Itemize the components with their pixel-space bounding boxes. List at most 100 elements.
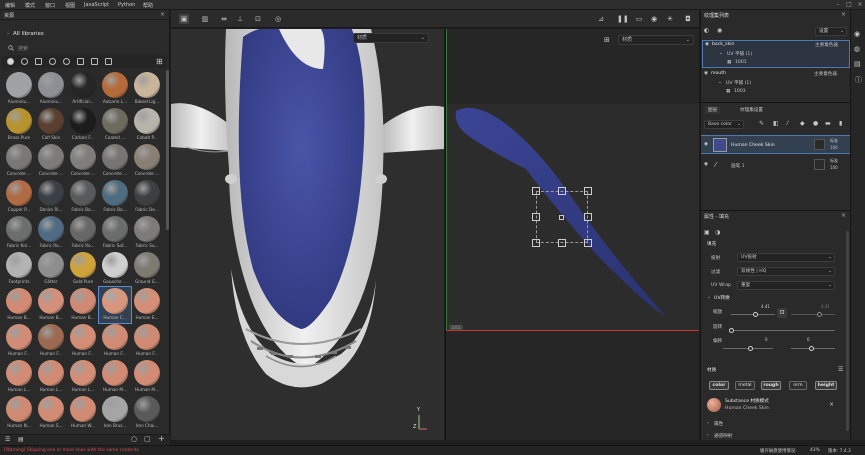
import-icon[interactable]: ▢: [144, 435, 151, 443]
material-tile[interactable]: Iron Chai...: [131, 395, 163, 431]
layer-mask-slot[interactable]: [814, 139, 825, 150]
pause-icon[interactable]: ❚❚: [617, 14, 629, 24]
pin-icon[interactable]: ⊥: [235, 14, 245, 24]
menu-item-window[interactable]: 窗口: [45, 2, 55, 9]
fill-bucket-icon[interactable]: ◆: [800, 120, 805, 127]
chevron-down-icon[interactable]: ⌄: [707, 295, 711, 300]
layer-row[interactable]: ◉ ⁄ 画笔 1 标准 100: [701, 156, 851, 175]
display-settings-icon[interactable]: ◍: [854, 45, 860, 53]
texture-set-item[interactable]: ◉ mouth 主要着色器 ⌄ UV 平铺 (1) ▦ 1003: [702, 70, 850, 98]
filter-textures-icon[interactable]: [35, 58, 42, 65]
add-fill-icon[interactable]: ◧: [773, 120, 779, 127]
menu-item-view[interactable]: 视图: [65, 2, 75, 9]
material-tile[interactable]: Aluminiu...: [3, 71, 35, 107]
chevron-down-icon[interactable]: ⌄: [718, 80, 722, 85]
scale-slider-knob[interactable]: [753, 312, 758, 317]
filter-dropdown[interactable]: 双线性 | HQ ⌄: [737, 267, 835, 276]
settings-circle-icon[interactable]: ◎: [273, 14, 283, 24]
material-icon[interactable]: ◑: [715, 229, 720, 236]
lock-icon[interactable]: ⊡: [777, 308, 787, 318]
layer-mask-slot[interactable]: [814, 159, 825, 170]
filter-materials-icon[interactable]: [21, 58, 28, 65]
grid-view-icon[interactable]: ⊞: [156, 57, 163, 66]
substance-material-row[interactable]: Substance 材质模式 Human Cheek Skin ×: [705, 397, 835, 415]
transform-handle[interactable]: [584, 213, 592, 221]
single-view-icon[interactable]: ▣: [179, 14, 189, 24]
folder-icon[interactable]: ▤: [18, 436, 24, 443]
texture-set-menu-icon[interactable]: ◐: [704, 27, 709, 34]
library-scrollbar[interactable]: [166, 70, 169, 230]
material-tile[interactable]: Human W...: [67, 395, 99, 431]
preview-sphere-icon[interactable]: ○: [131, 435, 137, 443]
frame-icon[interactable]: ⊡: [253, 14, 263, 24]
properties-scrollbar[interactable]: [846, 231, 849, 431]
video-icon[interactable]: ◉: [649, 14, 659, 24]
filter-environments-icon[interactable]: [91, 58, 98, 65]
material-tile[interactable]: Autumn L...: [99, 71, 131, 107]
add-effect-icon[interactable]: ✎: [759, 120, 764, 127]
material-tile[interactable]: Human B...: [67, 287, 99, 323]
close-icon[interactable]: ×: [841, 212, 846, 219]
close-icon[interactable]: ×: [829, 401, 834, 408]
material-tile[interactable]: Human F...: [3, 323, 35, 359]
split-view-icon[interactable]: ▥: [200, 14, 210, 24]
menu-item-javascript[interactable]: JavaScript: [84, 2, 109, 8]
list-view-icon[interactable]: ☰: [5, 436, 10, 443]
material-tile[interactable]: Cobalt P...: [131, 107, 163, 143]
fill-icon[interactable]: ▣: [704, 229, 710, 236]
offset-v-slider-knob[interactable]: [809, 346, 814, 351]
material-tile[interactable]: Footprints: [3, 251, 35, 287]
channel-mapping-section-title[interactable]: 通道映射: [714, 433, 732, 439]
rotation-slider-knob[interactable]: [729, 328, 734, 333]
paint-icon[interactable]: ⁄: [787, 120, 788, 127]
viewport-2d[interactable]: 材质 ⌄ ⊞ 1001: [445, 29, 699, 440]
uvwrap-dropdown[interactable]: 重复 ⌄: [737, 281, 835, 290]
channel-toggle-nrm[interactable]: nrm: [789, 381, 807, 390]
material-tile[interactable]: Glitter: [35, 251, 67, 287]
tab-texture-set-settings[interactable]: 纹理集设置: [737, 106, 766, 114]
material-tile[interactable]: Human F...: [99, 323, 131, 359]
transform-handle[interactable]: [558, 187, 566, 195]
material-tile[interactable]: Coated ...: [99, 107, 131, 143]
attributes-section-title[interactable]: 属性: [714, 421, 723, 427]
tab-layers[interactable]: 图层: [705, 106, 721, 114]
material-tile[interactable]: Human E...: [131, 287, 163, 323]
scale-slider-knob-linked[interactable]: [817, 312, 822, 317]
eye-icon[interactable]: ◉: [717, 27, 722, 34]
menu-item-edit[interactable]: 编辑: [5, 2, 15, 9]
transform-handle[interactable]: [584, 239, 592, 247]
material-tile[interactable]: Ground G...: [131, 251, 163, 287]
material-tile[interactable]: Human M...: [131, 359, 163, 395]
transform-handle[interactable]: [532, 187, 540, 195]
material-tile[interactable]: Denim Ri...: [35, 179, 67, 215]
material-tile[interactable]: Human F...: [131, 323, 163, 359]
material-tile[interactable]: Human S...: [35, 395, 67, 431]
material-tile[interactable]: Human F...: [35, 323, 67, 359]
mask-icon[interactable]: ●: [813, 120, 818, 127]
maximize-button[interactable]: □: [845, 1, 853, 8]
filter-alphas-icon[interactable]: [77, 58, 84, 65]
material-tile[interactable]: Iron Brus...: [99, 395, 131, 431]
material-menu-icon[interactable]: ☰: [838, 366, 843, 373]
transform-handle[interactable]: [532, 239, 540, 247]
minimize-button[interactable]: –: [834, 1, 842, 8]
symmetry-icon[interactable]: ⇹: [219, 14, 229, 24]
uv-grid-icon[interactable]: ⊞: [604, 36, 610, 44]
chevron-down-icon[interactable]: ⌄: [719, 51, 723, 56]
channel-toggle-color[interactable]: color: [709, 381, 729, 390]
material-tile[interactable]: Human L...: [67, 359, 99, 395]
viewport-2d-mode-dropdown[interactable]: 材质 ⌄: [618, 35, 694, 45]
material-tile[interactable]: Concrete ...: [131, 143, 163, 179]
eye-icon[interactable]: ◉: [704, 71, 708, 76]
camera-mode-icon[interactable]: ⊿: [596, 14, 606, 24]
transform-handle[interactable]: [532, 213, 540, 221]
filter-procedurals-icon[interactable]: [63, 58, 70, 65]
material-tile[interactable]: Fabric Ba...: [99, 179, 131, 215]
material-tile[interactable]: Human C...: [98, 286, 132, 324]
folder-icon[interactable]: ▬: [825, 120, 831, 127]
offset-u-slider-knob[interactable]: [748, 346, 753, 351]
search-input[interactable]: 搜索: [4, 44, 164, 52]
material-tile[interactable]: Fabric Su...: [131, 215, 163, 251]
filter-brushes-icon[interactable]: [105, 58, 112, 65]
environment-icon[interactable]: ☀: [665, 14, 675, 24]
